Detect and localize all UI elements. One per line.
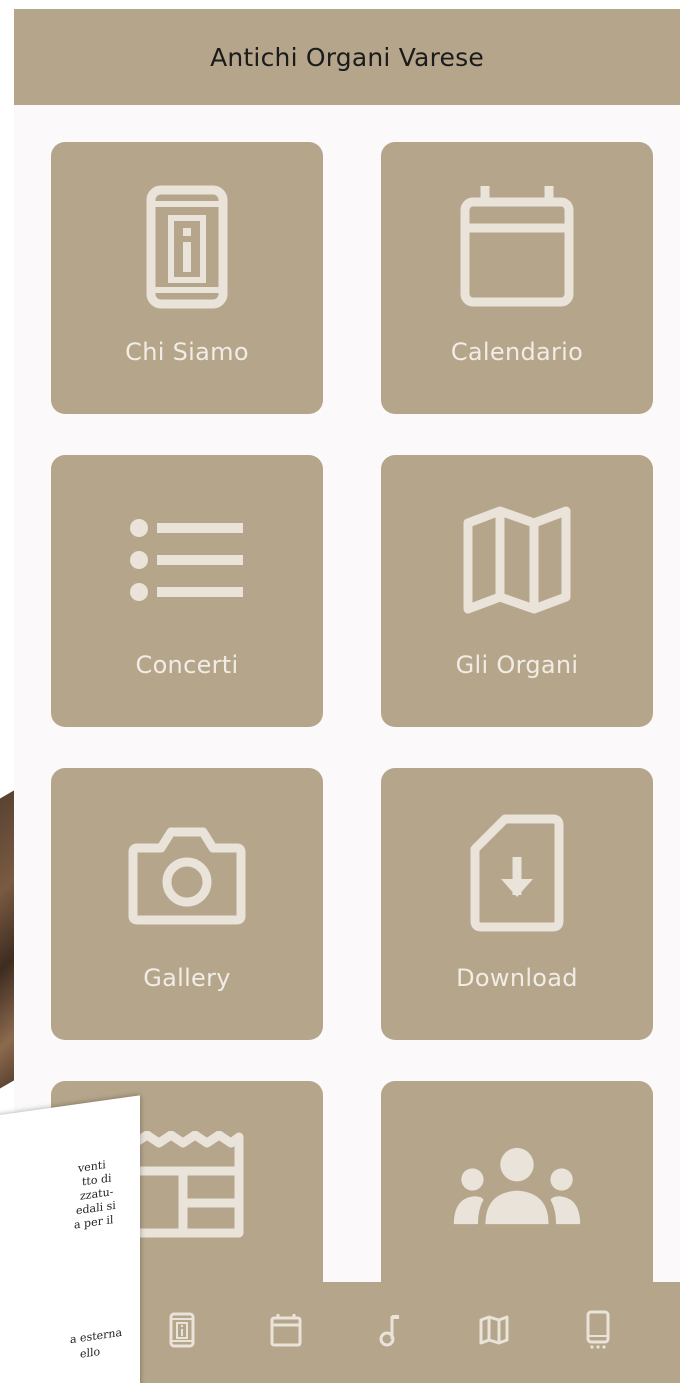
phone-more-icon [586, 1310, 610, 1355]
tile-label: Concerti [135, 651, 239, 679]
tile-gallery[interactable]: Gallery [51, 768, 323, 1040]
app-bar: Antichi Organi Varese [14, 9, 680, 105]
tile-gli-organi[interactable]: Gli Organi [381, 455, 653, 727]
page-title: Antichi Organi Varese [210, 42, 484, 72]
info-phone-icon [122, 182, 252, 312]
tile-label: Calendario [450, 338, 584, 366]
nav-item-calendario[interactable] [234, 1303, 338, 1363]
paper-text-line: ello [80, 1344, 101, 1361]
map-icon [452, 495, 582, 625]
paper-overlay: venti tto di zzatu- edali si a per il a … [0, 1095, 140, 1383]
tile-calendario[interactable]: Calendario [381, 142, 653, 414]
nav-item-chi-siamo[interactable] [130, 1303, 234, 1363]
menu-grid: Chi Siamo Calendario Concerti Gli Organi… [51, 142, 654, 1353]
map-icon [479, 1315, 509, 1350]
nav-item-gli-organi[interactable] [442, 1303, 546, 1363]
nav-item-concerti[interactable] [338, 1303, 442, 1363]
tile-download[interactable]: Download [381, 768, 653, 1040]
tile-chi-siamo[interactable]: Chi Siamo [51, 142, 323, 414]
nav-item-more[interactable] [546, 1303, 650, 1363]
music-note-icon [379, 1313, 401, 1352]
file-download-icon [452, 808, 582, 938]
newspaper-icon [122, 1121, 252, 1251]
list-icon [122, 495, 252, 625]
camera-icon [122, 808, 252, 938]
calendar-icon [270, 1313, 302, 1352]
paper-text-line: a esterna [70, 1325, 123, 1347]
tile-concerti[interactable]: Concerti [51, 455, 323, 727]
tile-label: Chi Siamo [125, 338, 249, 366]
groups-icon [452, 1121, 582, 1251]
tile-label: Gallery [143, 964, 231, 992]
tile-label: Gli Organi [455, 651, 579, 679]
info-phone-icon [169, 1312, 195, 1353]
tile-label: Download [456, 964, 578, 992]
calendar-icon [452, 182, 582, 312]
